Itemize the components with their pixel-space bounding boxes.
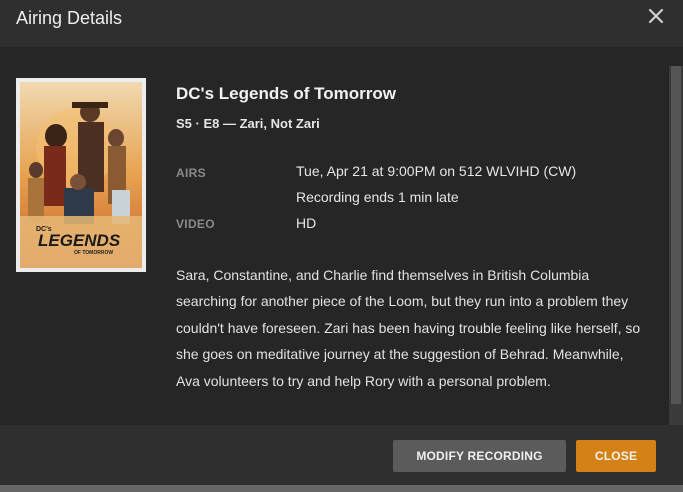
bottom-divider: [0, 485, 683, 492]
airing-details-modal: Airing Details DC's LEGENDS OF TOMORROW …: [0, 0, 683, 492]
scrollbar-thumb[interactable]: [671, 66, 681, 404]
close-button[interactable]: CLOSE: [576, 440, 656, 472]
poster-logo: LEGENDS: [38, 231, 121, 250]
show-poster: DC's LEGENDS OF TOMORROW: [16, 78, 146, 272]
modal-title: Airing Details: [16, 8, 123, 28]
recording-note: Recording ends 1 min late: [296, 189, 459, 205]
airs-label: AIRS: [176, 166, 206, 180]
close-icon[interactable]: [645, 5, 667, 27]
modal-header: Airing Details: [0, 0, 683, 47]
airs-value: Tue, Apr 21 at 9:00PM on 512 WLVIHD (CW): [296, 163, 577, 179]
modify-recording-button[interactable]: MODIFY RECORDING: [393, 440, 566, 472]
show-title: DC's Legends of Tomorrow: [176, 84, 397, 103]
video-value: HD: [296, 215, 317, 231]
video-label: VIDEO: [176, 217, 215, 231]
episode-description: Sara, Constantine, and Charlie find them…: [176, 267, 641, 389]
episode-info: S5 · E8 — Zari, Not Zari: [176, 116, 320, 131]
poster-logo-suffix: OF TOMORROW: [74, 250, 113, 256]
